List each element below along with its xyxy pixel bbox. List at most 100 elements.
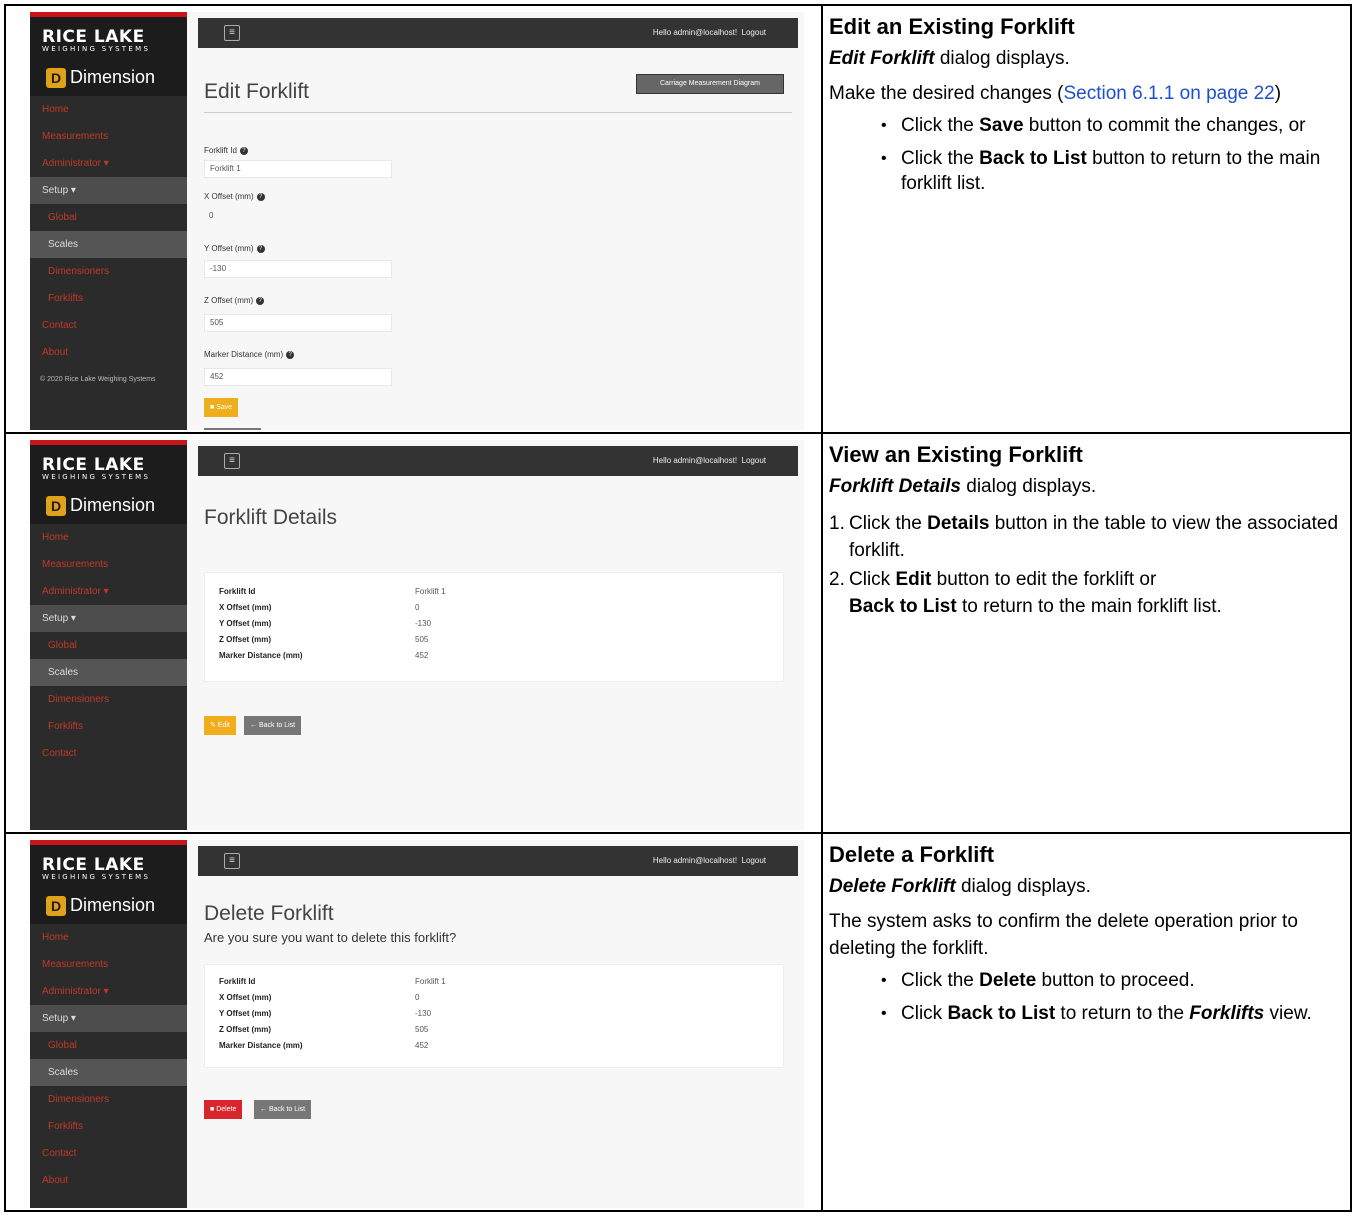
menu-toggle-icon[interactable]: ≡ [224,853,240,869]
section-subhead: Forklift Details dialog displays. [829,476,1097,497]
logout-link[interactable]: Logout [742,856,766,865]
sidebar-item-home[interactable]: Home [30,96,187,123]
dimension-logo-icon: D [46,496,66,516]
delete-main: Delete Forklift Are you sure you want to… [198,876,798,1208]
sidebar-item-administrator[interactable]: Administrator ▾ [30,150,187,177]
page-title: Edit Forklift [204,80,310,103]
help-icon[interactable]: ? [286,350,295,359]
sidebar-item-contact[interactable]: Contact [30,312,187,339]
help-icon[interactable]: ? [256,192,265,201]
user-greeting: Hello admin@localhost! Logout [652,28,766,37]
section-link[interactable]: Section 6.1.1 on page 22 [1063,83,1274,104]
edit-forklift-screenshot: RICE LAKE WEIGHING SYSTEMS D Dimension H… [30,12,804,430]
section-heading: Edit an Existing Forklift [829,14,1075,39]
sidebar-nav: Home Measurements Administrator ▾ Setup … [30,924,187,1194]
top-navbar: ≡ Hello admin@localhost! Logout [198,846,798,876]
list-item: Click the Save button to commit the chan… [881,113,1347,138]
sidebar-item-dimensioners[interactable]: Dimensioners [30,686,187,713]
sidebar-item-home[interactable]: Home [30,524,187,551]
rice-lake-logo: RICE LAKE WEIGHING SYSTEMS [30,12,187,60]
save-button[interactable]: ■ Save [204,398,239,417]
view-description: View an Existing Forklift Forklift Detai… [829,434,1347,622]
page-title: Forklift Details [204,506,338,529]
view-row: RICE LAKE WEIGHING SYSTEMS D Dimension H… [6,432,1350,832]
sidebar-nav: Home Measurements Administrator ▾ Setup … [30,524,187,767]
sidebar-item-forklifts[interactable]: Forklifts [30,285,187,312]
sidebar-item-global[interactable]: Global [30,1032,187,1059]
edit-row: RICE LAKE WEIGHING SYSTEMS D Dimension H… [6,6,1350,432]
sidebar-item-scales[interactable]: Scales [30,659,187,686]
sidebar-item-administrator[interactable]: Administrator ▾ [30,578,187,605]
section-subhead: Edit Forklift dialog displays. [829,48,1070,69]
y-offset-label: Y Offset (mm)? [204,244,265,253]
sidebar-item-measurements[interactable]: Measurements [30,123,187,150]
section-heading: View an Existing Forklift [829,442,1083,467]
back-to-list-button[interactable]: ← Back to List [254,1100,312,1119]
sidebar: RICE LAKE WEIGHING SYSTEMS D Dimension H… [30,12,187,430]
dimension-brand: D Dimension [30,488,187,524]
sidebar-item-setup[interactable]: Setup ▾ [30,1005,187,1032]
rice-lake-logo: RICE LAKE WEIGHING SYSTEMS [30,840,187,888]
help-icon[interactable]: ? [256,244,265,253]
sidebar-item-forklifts[interactable]: Forklifts [30,713,187,740]
sidebar-item-scales[interactable]: Scales [30,1059,187,1086]
delete-description: Delete a Forklift Delete Forklift dialog… [829,834,1347,1034]
sidebar-item-global[interactable]: Global [30,204,187,231]
details-panel: Forklift Id Forklift 1 X Offset (mm) 0 Y O… [204,964,784,1068]
list-item: Click the Delete button to proceed. [881,968,1347,993]
column-divider [821,434,823,832]
menu-toggle-icon[interactable]: ≡ [224,25,240,41]
sidebar: RICE LAKE WEIGHING SYSTEMS D Dimension H… [30,440,187,830]
sidebar-item-global[interactable]: Global [30,632,187,659]
logout-link[interactable]: Logout [742,456,766,465]
sidebar-item-setup[interactable]: Setup ▾ [30,177,187,204]
sidebar-item-setup[interactable]: Setup ▾ [30,605,187,632]
sidebar-item-dimensioners[interactable]: Dimensioners [30,258,187,285]
sidebar-item-scales[interactable]: Scales [30,231,187,258]
forklift-details-screenshot: RICE LAKE WEIGHING SYSTEMS D Dimension H… [30,440,804,830]
menu-toggle-icon[interactable]: ≡ [224,453,240,469]
marker-distance-field[interactable]: 452 [204,368,392,386]
section-subhead: Delete Forklift dialog displays. [829,876,1091,897]
sidebar-item-home[interactable]: Home [30,924,187,951]
edit-icon: ✎ [210,722,218,729]
list-item: 1. Click the Details button in the table … [829,513,1339,561]
edit-bullets: Click the Save button to commit the chan… [881,113,1347,196]
sidebar-item-contact[interactable]: Contact [30,740,187,767]
user-greeting: Hello admin@localhost! Logout [652,856,766,865]
sidebar-item-administrator[interactable]: Administrator ▾ [30,978,187,1005]
sidebar-item-contact[interactable]: Contact [30,1140,187,1167]
forklift-id-field[interactable]: Forklift 1 [204,160,392,178]
carriage-diagram-button[interactable]: Carriage Measurement Diagram [636,74,784,94]
delete-button[interactable]: ■ Delete [204,1100,243,1119]
document-table: RICE LAKE WEIGHING SYSTEMS D Dimension H… [4,4,1352,1212]
sidebar-item-about[interactable]: About [30,1167,187,1194]
sidebar-item-measurements[interactable]: Measurements [30,951,187,978]
back-to-list-button[interactable]: ← Back to List [244,716,302,735]
sidebar-item-about[interactable]: About [30,339,187,366]
edit-description: Edit an Existing Forklift Edit Forklift … [829,6,1347,204]
z-offset-field[interactable]: 505 [204,314,392,332]
view-steps: 1. Click the Details button in the table … [829,510,1347,620]
sidebar-nav: Home Measurements Administrator ▾ Setup … [30,96,187,383]
top-navbar: ≡ Hello admin@localhost! Logout [198,18,798,48]
help-icon[interactable]: ? [256,296,265,305]
z-offset-label: Z Offset (mm)? [204,296,265,305]
page-title: Delete Forklift [204,902,334,925]
sidebar-item-dimensioners[interactable]: Dimensioners [30,1086,187,1113]
marker-distance-label: Marker Distance (mm)? [204,350,295,359]
logout-link[interactable]: Logout [742,28,766,37]
x-offset-field[interactable]: 0 [204,208,392,226]
dimension-brand: D Dimension [30,60,187,96]
delete-bullets: Click the Delete button to proceed. Clic… [881,968,1347,1026]
sidebar-item-measurements[interactable]: Measurements [30,551,187,578]
details-main: Forklift Details Forklift Id Forklift 1 X… [198,476,798,830]
sidebar-item-forklifts[interactable]: Forklifts [30,1113,187,1140]
delete-forklift-screenshot: RICE LAKE WEIGHING SYSTEMS D Dimension H… [30,840,804,1208]
help-icon[interactable]: ? [239,146,248,155]
edit-button[interactable]: ✎ Edit [204,716,236,735]
confirm-message: Are you sure you want to delete this for… [204,930,457,945]
y-offset-field[interactable]: -130 [204,260,392,278]
back-to-list-button[interactable]: ← Back to List [204,428,262,430]
edit-main: Edit Forklift Carriage Measurement Diagr… [198,48,798,430]
